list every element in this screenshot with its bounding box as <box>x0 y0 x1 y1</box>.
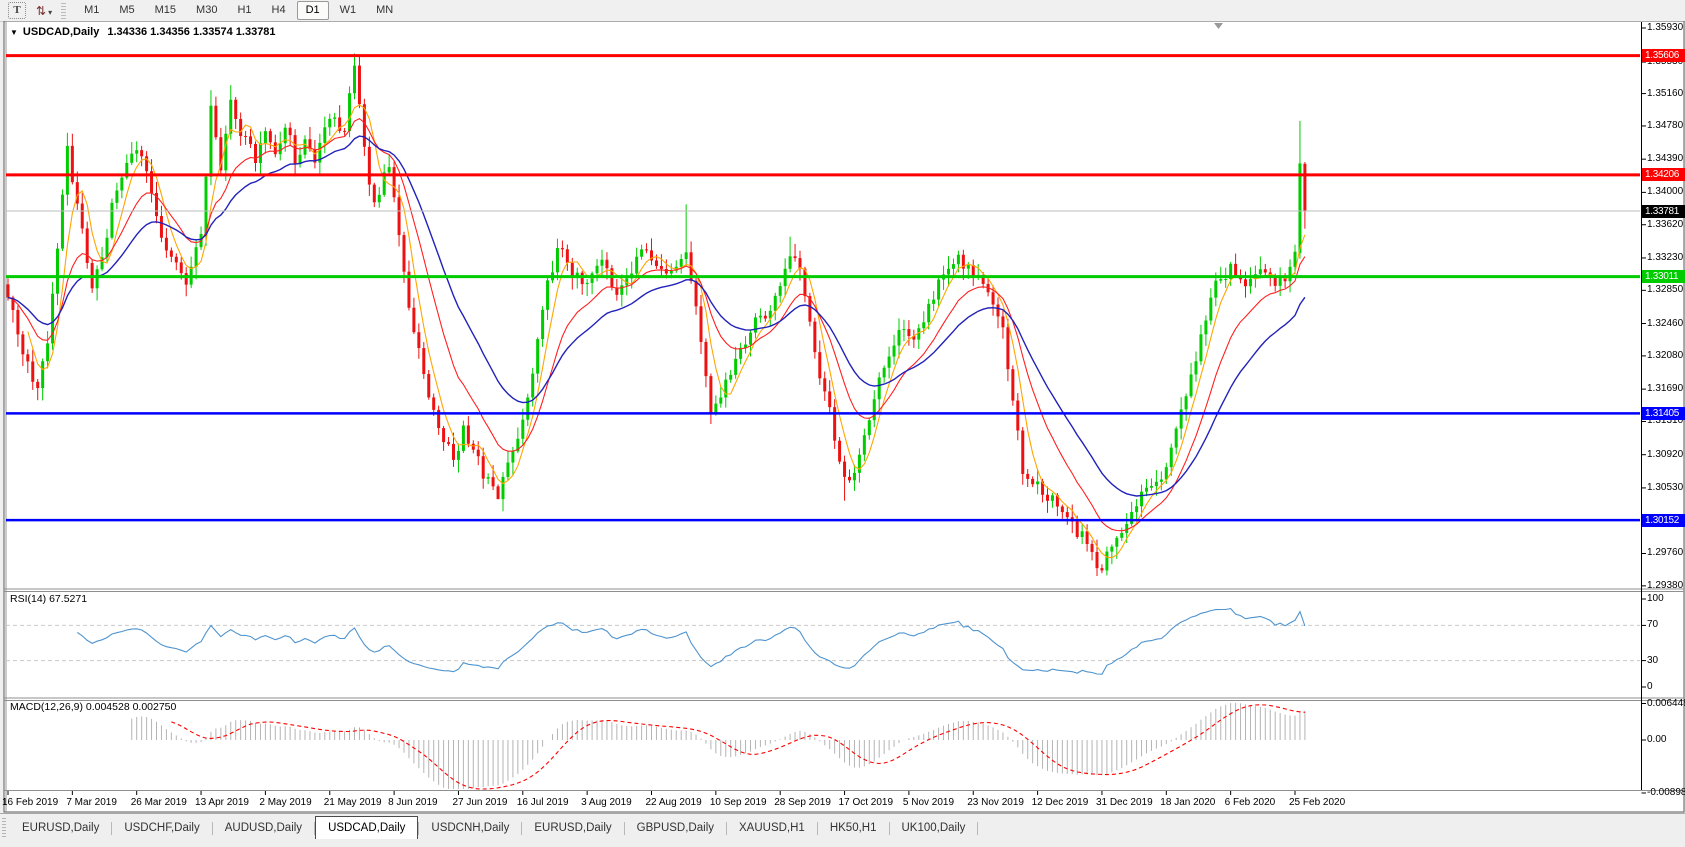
price-level-badge: 1.30152 <box>1642 513 1685 527</box>
price-tick-label: 1.35160 <box>1647 87 1684 99</box>
collapse-icon: ▼ <box>10 28 18 37</box>
date-label: 7 Mar 2019 <box>66 797 117 808</box>
date-label: 25 Feb 2020 <box>1289 797 1346 808</box>
date-label: 3 Aug 2019 <box>581 797 632 808</box>
date-label: 12 Dec 2019 <box>1031 797 1089 808</box>
ohlc-values: 1.34336 1.34356 1.33574 1.33781 <box>107 26 276 38</box>
date-label: 31 Dec 2019 <box>1095 797 1153 808</box>
timeframe-button-m15[interactable]: M15 <box>146 1 185 20</box>
chart-tab-eurusd-daily[interactable]: EURUSD,Daily <box>10 818 111 838</box>
text-tool-button[interactable]: T <box>8 2 26 19</box>
price-level-badge: 1.31405 <box>1642 406 1685 420</box>
chart-tab-audusd-daily[interactable]: AUDUSD,Daily <box>213 818 314 838</box>
mt4-terminal: T ⇅ ▾ M1 M5 M15 M30 H1 H4 D1 W1 MN ▼ USDCAD,Daily 1… <box>0 0 1685 847</box>
price-tick-label: 1.34000 <box>1647 186 1684 198</box>
date-label: 13 Apr 2019 <box>195 797 249 808</box>
price-tick-label: 1.34390 <box>1647 153 1684 165</box>
date-label: 6 Feb 2020 <box>1224 797 1276 808</box>
symbol-period-label: USDCAD,Daily <box>22 26 100 38</box>
price-tick-label: 1.30920 <box>1647 448 1684 460</box>
price-level-badge: 1.35606 <box>1642 49 1685 63</box>
timeframe-button-m5[interactable]: M5 <box>110 1 143 20</box>
toolbar-grip <box>61 2 67 19</box>
chart-title: ▼ USDCAD,Daily 1.34336 1.34356 1.33574 1.3… <box>10 26 276 38</box>
price-level-badge: 1.33781 <box>1642 204 1685 218</box>
price-tick-label: 1.32850 <box>1647 284 1684 296</box>
rsi-tick-label: 30 <box>1647 654 1659 666</box>
macd-indicator-label: MACD(12,26,9) 0.004528 0.002750 <box>10 701 177 713</box>
chart-tab-uk100-daily[interactable]: UK100,Daily <box>890 818 978 838</box>
timeframe-button-m1[interactable]: M1 <box>75 1 108 20</box>
price-tick-label: 1.29380 <box>1647 579 1684 591</box>
rsi-tick-label: 0 <box>1647 681 1653 692</box>
date-label: 8 Jun 2019 <box>388 797 438 808</box>
price-tick-label: 1.34780 <box>1647 119 1684 131</box>
tabbar-grip <box>2 818 6 838</box>
chart-tab-usdchf-daily[interactable]: USDCHF,Daily <box>112 818 211 838</box>
macd-tick-label: 0.00 <box>1647 734 1667 745</box>
chart-window[interactable]: ▼ USDCAD,Daily 1.34336 1.34356 1.33574 1.3… <box>0 21 1685 813</box>
chart-tab-usdcad-daily[interactable]: USDCAD,Daily <box>315 816 419 839</box>
price-tick-label: 1.33230 <box>1647 251 1684 263</box>
price-chart-canvas[interactable] <box>0 21 1685 813</box>
date-label: 17 Oct 2019 <box>838 797 894 808</box>
date-label: 27 Jun 2019 <box>452 797 508 808</box>
timeframe-buttons: M1 M5 M15 M30 H1 H4 D1 W1 MN <box>74 1 403 20</box>
rsi-tick-label: 100 <box>1647 593 1664 604</box>
price-tick-label: 1.35930 <box>1647 22 1684 33</box>
date-label: 5 Nov 2019 <box>902 797 955 808</box>
rsi-indicator-label: RSI(14) 67.5271 <box>10 593 88 605</box>
date-label: 22 Aug 2019 <box>645 797 702 808</box>
macd-tick-label: 0.006448 <box>1647 697 1685 709</box>
tab-separator <box>977 822 979 835</box>
price-tick-label: 1.32080 <box>1647 349 1684 361</box>
date-label: 18 Jan 2020 <box>1160 797 1216 808</box>
sort-arrows-icon: ⇅ <box>36 3 46 18</box>
date-label: 26 Mar 2019 <box>130 797 187 808</box>
chart-tab-usdcnh-daily[interactable]: USDCNH,Daily <box>419 818 521 838</box>
price-tick-label: 1.30530 <box>1647 481 1684 493</box>
chart-tab-gbpusd-daily[interactable]: GBPUSD,Daily <box>625 818 726 838</box>
price-tick-label: 1.33620 <box>1647 218 1684 230</box>
timeframe-button-m30[interactable]: M30 <box>187 1 226 20</box>
date-label: 16 Jul 2019 <box>516 797 569 808</box>
timeframe-button-h4[interactable]: H4 <box>263 1 295 20</box>
chart-tab-hk50-h1[interactable]: HK50,H1 <box>818 818 889 838</box>
timeframe-button-h1[interactable]: H1 <box>228 1 260 20</box>
date-label: 23 Nov 2019 <box>967 797 1024 808</box>
date-label: 28 Sep 2019 <box>774 797 831 808</box>
price-level-badge: 1.33011 <box>1642 270 1685 284</box>
chart-tab-xauusd-h1[interactable]: XAUUSD,H1 <box>727 818 817 838</box>
timeframe-button-d1[interactable]: D1 <box>296 1 329 20</box>
toolbar: T ⇅ ▾ M1 M5 M15 M30 H1 H4 D1 W1 MN <box>0 0 1685 22</box>
indicator-arrows-button[interactable]: ⇅ ▾ <box>36 3 52 18</box>
price-tick-label: 1.29760 <box>1647 547 1684 559</box>
price-level-badge: 1.34206 <box>1642 168 1685 182</box>
timeframe-button-w1[interactable]: W1 <box>331 1 366 20</box>
price-tick-label: 1.31690 <box>1647 383 1684 395</box>
macd-tick-label: -0.008982 <box>1647 787 1685 798</box>
timeframe-button-mn[interactable]: MN <box>367 1 402 20</box>
date-label: 2 May 2019 <box>259 797 312 808</box>
price-tick-label: 1.32460 <box>1647 317 1684 329</box>
date-label: 10 Sep 2019 <box>709 797 767 808</box>
rsi-tick-label: 70 <box>1647 619 1659 631</box>
chart-tabs-bar: EURUSD,Daily USDCHF,Daily AUDUSD,Daily USDC… <box>0 813 1685 847</box>
date-label: 16 Feb 2019 <box>2 797 59 808</box>
date-label: 21 May 2019 <box>323 797 382 808</box>
chart-tab-eurusd-daily[interactable]: EURUSD,Daily <box>522 818 623 838</box>
chevron-down-icon: ▾ <box>48 7 52 17</box>
